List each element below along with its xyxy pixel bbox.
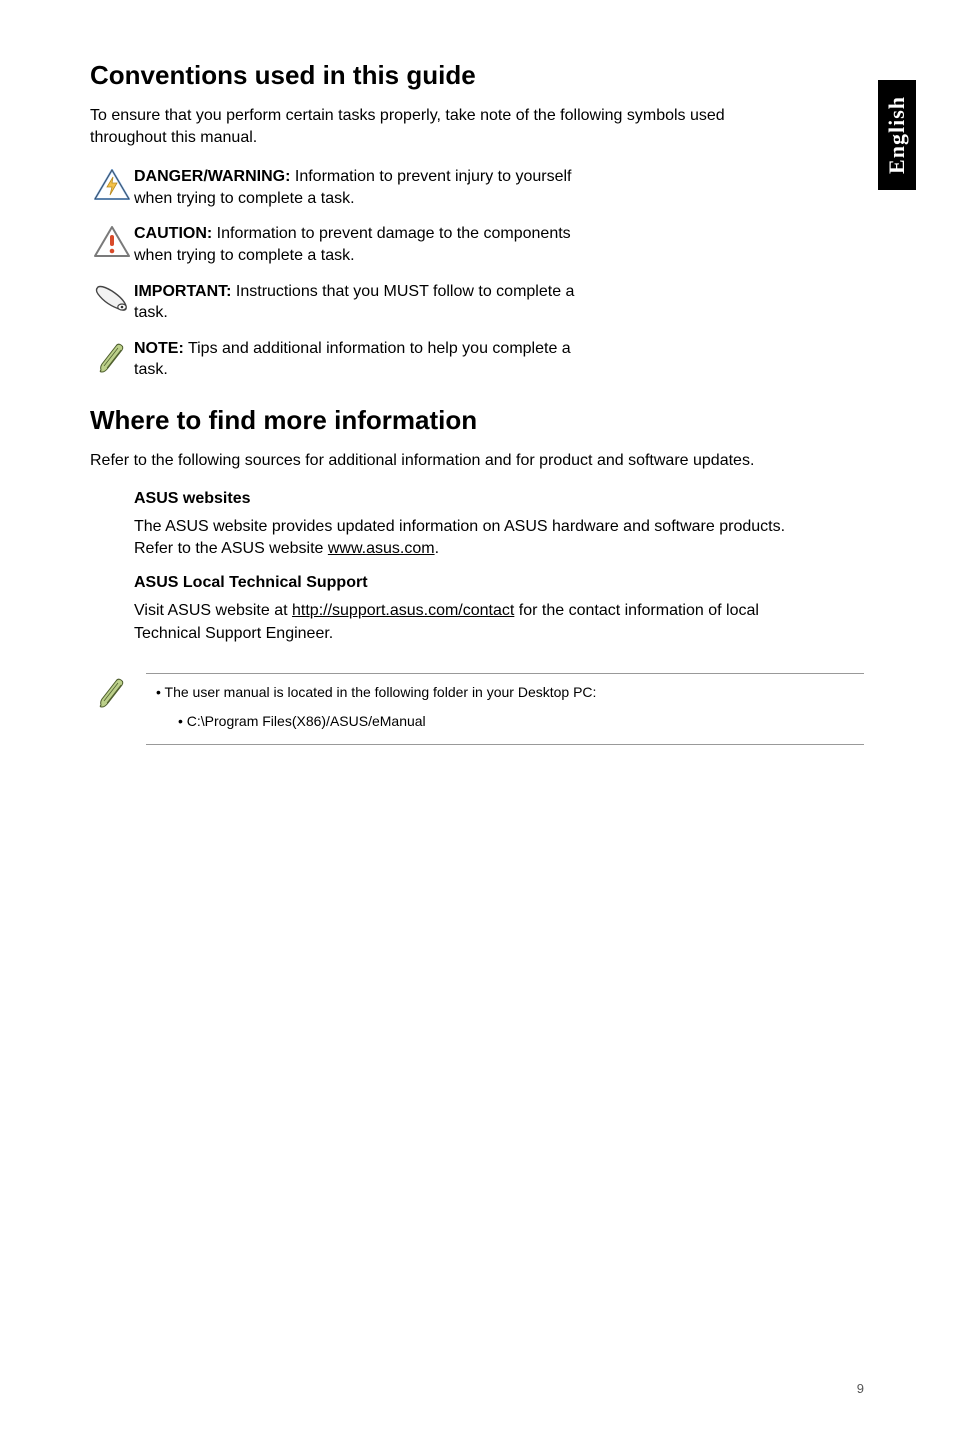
asus-support-link[interactable]: http://support.asus.com/contact (292, 602, 514, 619)
asus-web-post: . (435, 540, 439, 557)
language-tab: English (878, 80, 916, 190)
note-callout-content: The user manual is located in the follow… (146, 673, 864, 745)
asus-support-block: ASUS Local Technical Support Visit ASUS … (134, 574, 864, 645)
caution-label: CAUTION: (134, 225, 212, 242)
page-number: 9 (857, 1381, 864, 1396)
important-icon (90, 281, 134, 315)
asus-support-body: Visit ASUS website at http://support.asu… (134, 600, 804, 645)
important-text: IMPORTANT: Instructions that you MUST fo… (134, 281, 594, 324)
asus-websites-title: ASUS websites (134, 490, 804, 508)
danger-label: DANGER/WARNING: (134, 168, 290, 185)
note-icon (90, 338, 134, 376)
asus-web-link[interactable]: www.asus.com (328, 540, 435, 557)
heading-where: Where to find more information (90, 405, 864, 436)
note-body: Tips and additional information to help … (134, 340, 571, 379)
note-callout-icon (90, 673, 134, 711)
important-label: IMPORTANT: (134, 283, 231, 300)
danger-icon (90, 166, 134, 202)
note-line-2: C:\Program Files(X86)/ASUS/eManual (178, 711, 864, 732)
caution-text: CAUTION: Information to prevent damage t… (134, 223, 594, 266)
note-callout: The user manual is located in the follow… (90, 673, 864, 745)
danger-text: DANGER/WARNING: Information to prevent i… (134, 166, 594, 209)
note-line-1: The user manual is located in the follow… (156, 682, 864, 703)
intro-where: Refer to the following sources for addit… (90, 450, 864, 472)
note-label: NOTE: (134, 340, 184, 357)
warning-row-note: NOTE: Tips and additional information to… (90, 338, 864, 381)
intro-conventions: To ensure that you perform certain tasks… (90, 105, 864, 148)
warning-row-important: IMPORTANT: Instructions that you MUST fo… (90, 281, 864, 324)
warning-row-danger: DANGER/WARNING: Information to prevent i… (90, 166, 864, 209)
asus-support-title: ASUS Local Technical Support (134, 574, 804, 592)
asus-websites-body: The ASUS website provides updated inform… (134, 516, 804, 561)
warning-row-caution: CAUTION: Information to prevent damage t… (90, 223, 864, 266)
asus-support-pre: Visit ASUS website at (134, 602, 292, 619)
asus-web-pre: The ASUS website provides updated inform… (134, 518, 785, 557)
asus-websites-block: ASUS websites The ASUS website provides … (134, 490, 864, 561)
caution-icon (90, 223, 134, 259)
note-text: NOTE: Tips and additional information to… (134, 338, 594, 381)
language-label: English (884, 96, 910, 174)
heading-conventions: Conventions used in this guide (90, 60, 864, 91)
